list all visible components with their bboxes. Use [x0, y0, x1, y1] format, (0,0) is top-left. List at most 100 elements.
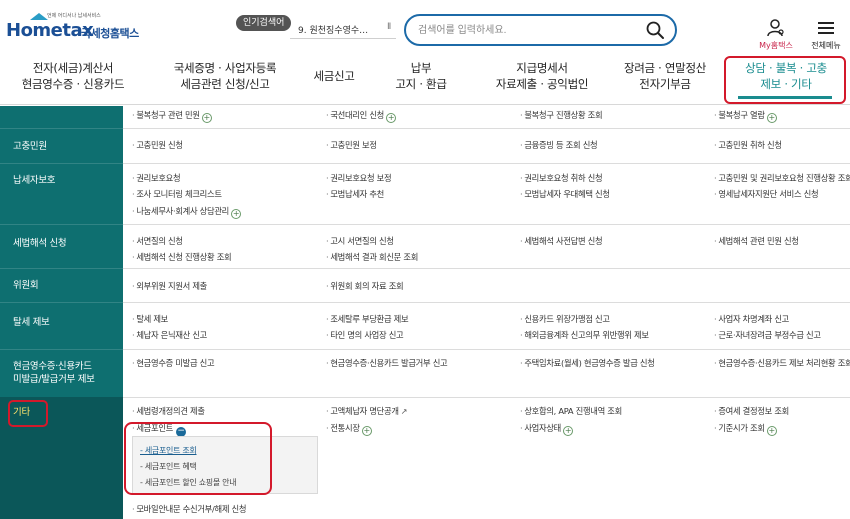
menu-item[interactable]: · 위원회 회의 자료 조회: [326, 281, 404, 292]
hometax-logo[interactable]: 언제 어디서나 납세서비스 Hometax 국세청홈택스: [6, 11, 144, 45]
menu-item[interactable]: · 불복청구 관련 민원 +: [132, 110, 212, 123]
menu-item-label: 세법해석 사전답변 신청: [524, 236, 603, 246]
menu-item-label: 증여세 결정정보 조회: [718, 406, 790, 416]
category-divider: [0, 349, 123, 350]
menu-item[interactable]: · 권리보호요청: [132, 173, 181, 184]
nav-incentive-year-end[interactable]: 장려금 · 연말정산 전자기부금: [612, 60, 718, 96]
category-taxpayer-protection[interactable]: 납세자보호: [13, 174, 56, 187]
logo-korean-name: 국세청홈택스: [81, 27, 139, 40]
nav-payment[interactable]: 납부 고지 · 환급: [384, 60, 458, 96]
popular-search-item[interactable]: 9. 원천징수영수…: [298, 23, 400, 36]
menu-item[interactable]: · 사업자상태 +: [520, 423, 574, 436]
expand-plus-icon[interactable]: +: [563, 426, 574, 436]
menu-item[interactable]: · 신용카드 위장가맹점 신고: [520, 314, 610, 325]
menu-item[interactable]: · 주택임차료(월세) 현금영수증 발급 신청: [520, 358, 655, 369]
search-icon[interactable]: [645, 20, 665, 40]
expand-plus-icon[interactable]: +: [386, 113, 397, 123]
expand-plus-icon[interactable]: +: [201, 113, 212, 123]
logo-roof-icon: [30, 13, 48, 20]
menu-item-label: 고충민원 및 권리보호요청 진행상황 조회: [718, 173, 850, 183]
nav-payment-statement[interactable]: 지급명세서 자료제출 · 공익법인: [480, 60, 604, 96]
menu-item-label: 모범납세자 우대혜택 신청: [524, 189, 610, 199]
menu-item[interactable]: · 권리보호요청 취하 신청: [520, 173, 603, 184]
category-grievance[interactable]: 고충민원: [13, 140, 47, 153]
menu-item-label: 주택임차료(월세) 현금영수증 발급 신청: [524, 358, 655, 368]
expand-plus-icon[interactable]: +: [231, 209, 242, 219]
menu-item-label: 근로·자녀장려금 부정수급 신고: [718, 330, 821, 340]
menu-item-label: 현금영수증 미발급 신고: [136, 358, 215, 368]
expand-plus-icon[interactable]: +: [766, 426, 777, 436]
menu-item-label: 고충민원 취하 신청: [718, 140, 782, 150]
menu-item-label: 위원회 회의 자료 조회: [330, 281, 404, 291]
all-menu-button[interactable]: 전체메뉴: [806, 18, 846, 52]
menu-item[interactable]: · 증여세 결정정보 조회: [714, 406, 789, 417]
menu-item[interactable]: · 고시 서면질의 신청: [326, 236, 394, 247]
menu-item[interactable]: · 모바일안내문 수신거부/해제 신청: [132, 504, 246, 515]
menu-item[interactable]: · 세법령개정의견 제출: [132, 406, 205, 417]
nav-e-tax-invoice[interactable]: 전자(세금)계산서 현금영수증 · 신용카드: [14, 60, 132, 96]
menu-item[interactable]: · 세법해석 결과 회신문 조회: [326, 252, 418, 263]
menu-item[interactable]: · 현금영수증 미발급 신고: [132, 358, 215, 369]
menu-item[interactable]: · 전통시장 +: [326, 423, 372, 436]
menu-item-label: 불복청구 진행상황 조회: [524, 110, 603, 120]
etc-highlight-annotation: [8, 400, 48, 427]
expand-plus-icon[interactable]: +: [766, 113, 777, 123]
menu-item[interactable]: · 외부위원 지원서 제출: [132, 281, 207, 292]
nav-highlight-annotation: [724, 56, 846, 104]
menu-item[interactable]: · 기준시가 조회 +: [714, 423, 777, 436]
menu-item[interactable]: · 세법해석 관련 민원 신청: [714, 236, 799, 247]
menu-item[interactable]: · 고충민원 보정: [326, 140, 377, 151]
menu-item[interactable]: · 모범납세자 우대혜택 신청: [520, 189, 610, 200]
menu-item[interactable]: · 상호합의, APA 진행내역 조회: [520, 406, 622, 417]
menu-item[interactable]: · 영세납세자지원단 서비스 신청: [714, 189, 819, 200]
menu-item[interactable]: · 조세탈루 부당환급 제보: [326, 314, 409, 325]
popular-pause-button[interactable]: II: [387, 22, 391, 32]
menu-item[interactable]: · 현금영수증·신용카드 제보 처리현황 조회: [714, 358, 850, 369]
menu-item[interactable]: · 고액체납자 명단공개 ↗: [326, 406, 407, 417]
category-tax-law-interpretation[interactable]: 세법해석 신청: [13, 237, 67, 250]
menu-item[interactable]: · 권리보호요청 보정: [326, 173, 392, 184]
hamburger-icon: [818, 22, 834, 34]
menu-item[interactable]: · 금융증빙 등 조회 신청: [520, 140, 598, 151]
category-divider: [0, 268, 123, 269]
category-tax-evasion-report[interactable]: 탈세 제보: [13, 316, 50, 329]
menu-item[interactable]: · 체납자 은닉재산 신고: [132, 330, 207, 341]
menu-item[interactable]: · 불복청구 진행상황 조회: [520, 110, 603, 121]
menu-item-label: 서면질의 신청: [136, 236, 183, 246]
menu-item[interactable]: · 서면질의 신청: [132, 236, 183, 247]
menu-item[interactable]: · 국선대리인 신청 +: [326, 110, 397, 123]
row-divider: [123, 163, 850, 164]
nav-label-line1: 지급명세서: [516, 61, 568, 75]
menu-item-label: 세법해석 관련 민원 신청: [718, 236, 799, 246]
menu-item[interactable]: · 고충민원 및 권리보호요청 진행상황 조회: [714, 173, 850, 184]
menu-item[interactable]: · 고충민원 신청: [132, 140, 183, 151]
menu-item[interactable]: · 탈세 제보: [132, 314, 168, 325]
menu-item[interactable]: · 모범납세자 추천: [326, 189, 384, 200]
menu-item[interactable]: · 세법해석 신청 진행상황 조회: [132, 252, 232, 263]
expand-plus-icon[interactable]: +: [361, 426, 372, 436]
menu-item-label: 상호합의, APA 진행내역 조회: [524, 406, 622, 416]
nav-certificate-registration[interactable]: 국세증명 · 사업자등록 세금관련 신청/신고: [160, 60, 290, 96]
menu-item[interactable]: · 해외금융계좌 신고의무 위반행위 제보: [520, 330, 649, 341]
my-hometax-button[interactable]: My홈택스: [752, 18, 800, 52]
menu-item[interactable]: · 나눔세무사·회계사 상담관리 +: [132, 206, 242, 219]
nav-tax-return[interactable]: 세금신고: [304, 60, 364, 96]
menu-item-label: 세법해석 신청 진행상황 조회: [136, 252, 232, 262]
nav-label-line2: 고지 · 환급: [395, 77, 447, 91]
header: 언제 어디서나 납세서비스 Hometax 국세청홈택스 인기검색어 9. 원천…: [0, 0, 850, 105]
menu-item[interactable]: · 세법해석 사전답변 신청: [520, 236, 603, 247]
menu-item[interactable]: · 근로·자녀장려금 부정수급 신고: [714, 330, 821, 341]
menu-item[interactable]: · 조사 모니터링 체크리스트: [132, 189, 222, 200]
menu-item[interactable]: · 타인 명의 사업장 신고: [326, 330, 404, 341]
menu-item-label: 탈세 제보: [136, 314, 169, 324]
menu-item-label: 세법령개정의견 제출: [136, 406, 205, 416]
menu-item[interactable]: · 불복청구 열람 +: [714, 110, 777, 123]
menu-item[interactable]: · 현금영수증·신용카드 발급거부 신고: [326, 358, 448, 369]
menu-item-label: 모바일안내문 수신거부/해제 신청: [136, 504, 247, 514]
category-cash-receipt-report[interactable]: 현금영수증·신용카드 미발급/발급거부 제보: [13, 360, 95, 386]
menu-item[interactable]: · 고충민원 취하 신청: [714, 140, 782, 151]
menu-item[interactable]: · 사업자 차명계좌 신고: [714, 314, 789, 325]
search-input[interactable]: [418, 23, 638, 37]
menu-item-label: 불복청구 관련 민원: [136, 110, 200, 120]
category-committee[interactable]: 위원회: [13, 279, 39, 292]
